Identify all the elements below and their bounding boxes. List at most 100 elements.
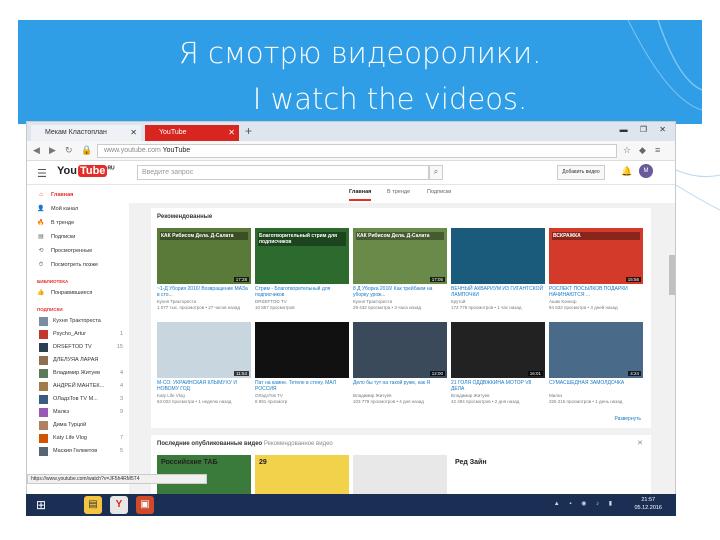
search-icon[interactable]: ⌕ bbox=[429, 165, 443, 180]
subscriptions-heading: ПОДПИСКИ bbox=[37, 307, 63, 312]
video-title[interactable]: Дело бы тут на такой руже, как Я bbox=[353, 380, 447, 386]
video-thumbnail[interactable] bbox=[255, 322, 349, 378]
subscription-item[interactable]: Psycho_Artur 1 bbox=[27, 328, 129, 340]
youtube-header: ☰ You Tube RU Введите запрос ⌕ Добавить ви… bbox=[27, 161, 675, 185]
thumbnail-caption: Российские ТАБ bbox=[161, 459, 218, 466]
tab-subscriptions[interactable]: Подписки bbox=[427, 189, 451, 195]
sidebar-item-label: Мой канал bbox=[51, 206, 79, 212]
avatar[interactable]: М bbox=[639, 164, 653, 178]
subscription-item[interactable]: ОЛадзТов ТV М... 3 bbox=[27, 393, 129, 405]
channel-avatar bbox=[39, 369, 48, 378]
video-thumbnail[interactable]: 12:00 bbox=[353, 322, 447, 378]
video-meta: Кухня Трактореста 1 077 тыс. просмотров •… bbox=[157, 299, 251, 310]
channel-avatar bbox=[39, 434, 48, 443]
browser-tab-1[interactable]: Мекам Кластоплан ✕ bbox=[31, 125, 141, 141]
url-field[interactable]: www.youtube.com YouTube bbox=[97, 144, 617, 158]
sidebar-item-liked[interactable]: 👍 Понравившиеся bbox=[27, 287, 129, 299]
subscription-item[interactable]: Владимир Житуев 4 bbox=[27, 367, 129, 379]
subscription-item[interactable]: АНДРЕЙ МАНТЕК... 4 bbox=[27, 380, 129, 392]
channel-avatar bbox=[39, 356, 48, 365]
video-title[interactable]: ВЕЧНЫЙ АКВАРИУМ ИЗ ГИГАНТСКОЙ ЛАМПОЧКИ bbox=[451, 286, 545, 298]
close-icon[interactable]: ✕ bbox=[637, 439, 643, 447]
channel-name: Дима Турцой bbox=[53, 422, 87, 428]
subscription-item[interactable]: Katy Life Vlog 7 bbox=[27, 432, 129, 444]
video-thumbnail[interactable]: 16:01 bbox=[451, 322, 545, 378]
reload-icon[interactable]: ↻ bbox=[65, 145, 73, 156]
sidebar-item[interactable]: 🔥 В тренде bbox=[27, 217, 129, 229]
browser-tab-youtube[interactable]: YouTube ✕ bbox=[145, 125, 239, 141]
new-tab-button[interactable]: + bbox=[245, 124, 252, 138]
extension-icon[interactable]: ◆ bbox=[639, 145, 646, 156]
new-count: 4 bbox=[119, 383, 123, 389]
video-thumbnail[interactable]: ВСКРАЖКА 15:56 bbox=[549, 228, 643, 284]
sidebar-item[interactable]: ▤ Подписки bbox=[27, 231, 129, 243]
video-thumbnail[interactable]: КАК Рибисом Дела. Д-Салата 17:05 bbox=[353, 228, 447, 284]
close-icon[interactable]: ✕ bbox=[130, 125, 137, 141]
recommended-section: Рекомендованные КАК Рибисом Дела. Д-Сала… bbox=[151, 208, 651, 428]
video-title[interactable]: СУМАСШЕДНАЯ ЗАМОЛДОЧКА bbox=[549, 380, 643, 386]
sidebar-icon: ⟲ bbox=[38, 248, 44, 254]
video-thumbnail[interactable]: Благотворительный стрим для подписчиков bbox=[255, 228, 349, 284]
close-icon[interactable]: ✕ bbox=[228, 125, 235, 141]
channel-name: Psycho_Artur bbox=[53, 331, 87, 337]
youtube-logo[interactable]: You Tube RU bbox=[57, 165, 115, 180]
subscription-item[interactable]: Маския Гелметов 5 bbox=[27, 445, 129, 457]
hamburger-icon[interactable]: ☰ bbox=[37, 167, 47, 180]
subscription-item[interactable]: ДЛЕЛУЯА ЛАРАЯ bbox=[27, 354, 129, 366]
lock-icon: 🔒 bbox=[81, 145, 93, 155]
status-url: https://www.youtube.com/watch?v=JF5h4RM5… bbox=[27, 474, 207, 484]
browser-icon[interactable]: Y bbox=[110, 496, 128, 514]
bookmark-icon[interactable]: ☆ bbox=[623, 145, 631, 156]
video-thumbnail[interactable]: 11:54 bbox=[157, 322, 251, 378]
section-heading: Рекомендованные bbox=[157, 214, 213, 220]
expand-link[interactable]: Развернуть bbox=[614, 416, 641, 422]
tab-trending[interactable]: В тренде bbox=[387, 189, 410, 195]
video-title[interactable]: РОСЛЕКТ ПОСЫЛКОВ ПОДАРКИ НАЧИНАЮТСЯ ... bbox=[549, 286, 643, 298]
app-icon[interactable]: ▣ bbox=[136, 496, 154, 514]
video-duration: 12:00 bbox=[429, 371, 445, 376]
video-title[interactable]: ~1-Д Убория 2016! Возвращение МАЗа в сто… bbox=[157, 286, 251, 298]
video-thumbnail[interactable]: КАК Рибисом Дела. Д-Салата 17:28 bbox=[157, 228, 251, 284]
subscription-item[interactable]: Дима Турцой bbox=[27, 419, 129, 431]
bell-icon[interactable]: 🔔 bbox=[621, 166, 632, 177]
video-title[interactable]: Стрим - Благотворительный для подписчико… bbox=[255, 286, 349, 298]
menu-icon[interactable]: ≡ bbox=[655, 145, 660, 155]
channel-avatar bbox=[39, 343, 48, 352]
clock[interactable]: 21:57 05.12.2016 bbox=[634, 496, 662, 512]
search-input[interactable]: Введите запрос bbox=[137, 165, 429, 180]
forward-icon[interactable]: ▶ bbox=[49, 145, 56, 156]
subscription-item[interactable]: Малкэ 9 bbox=[27, 406, 129, 418]
channel-name: DRSEFTOD TV bbox=[53, 344, 92, 350]
explorer-icon[interactable]: ▤ bbox=[84, 496, 102, 514]
start-icon[interactable]: ⊞ bbox=[32, 496, 50, 514]
video-duration: 17:28 bbox=[233, 277, 249, 282]
window-controls[interactable]: ▬ ❐ ✕ bbox=[620, 125, 671, 134]
video-title[interactable]: 8 Д Уборка 2016! Как трейбаем на уборку … bbox=[353, 286, 447, 298]
subscription-item[interactable]: DRSEFTOD TV 15 bbox=[27, 341, 129, 353]
video-stats: 103 779 просмотров • 4 дня назад bbox=[353, 398, 424, 404]
add-video-button[interactable]: Добавить видео bbox=[557, 165, 605, 180]
sidebar-item[interactable]: ⏱ Посмотреть позже bbox=[27, 259, 129, 271]
scrollbar[interactable] bbox=[669, 255, 675, 295]
video-thumbnail[interactable]: 4:24 bbox=[549, 322, 643, 378]
video-stats: 29 432 просмотра • 3 часа назад bbox=[353, 304, 422, 310]
channel-avatar bbox=[39, 395, 48, 404]
tab-home[interactable]: Главная bbox=[349, 189, 372, 201]
video-title[interactable]: М-СО: УКРАИНСКАЯ КЛЫМУХУ И НОВОМУ ГОД bbox=[157, 380, 251, 392]
back-icon[interactable]: ◀ bbox=[33, 145, 40, 156]
latest-heading: Последние опубликованные видео bbox=[157, 441, 263, 447]
subscription-item[interactable]: Кухня Трактореста bbox=[27, 315, 129, 327]
main-content: Главная В тренде Подписки Рекомендованны… bbox=[129, 185, 675, 515]
new-count: 1 bbox=[119, 331, 123, 337]
sidebar-item[interactable]: 👤 Мой канал bbox=[27, 203, 129, 215]
sidebar-icon: 🔥 bbox=[37, 220, 45, 226]
video-title[interactable]: 21 ГОЛЯ ОДДВЖКИНА МОТОР V8 ДЕЛА bbox=[451, 380, 545, 392]
sidebar-item-label: Понравившиеся bbox=[51, 290, 93, 296]
new-count: 15 bbox=[116, 344, 123, 350]
channel-name: ОЛадзТов ТV М... bbox=[53, 396, 98, 402]
video-title[interactable]: Пат на камне. Тетеле в стену. МАЛ РОССИЯ bbox=[255, 380, 349, 392]
sidebar-item[interactable]: ⟲ Просмотренные bbox=[27, 245, 129, 257]
sidebar-item[interactable]: ⌂ Главная bbox=[27, 189, 129, 201]
video-thumbnail[interactable] bbox=[451, 228, 545, 284]
video-duration: 11:54 bbox=[234, 371, 249, 376]
